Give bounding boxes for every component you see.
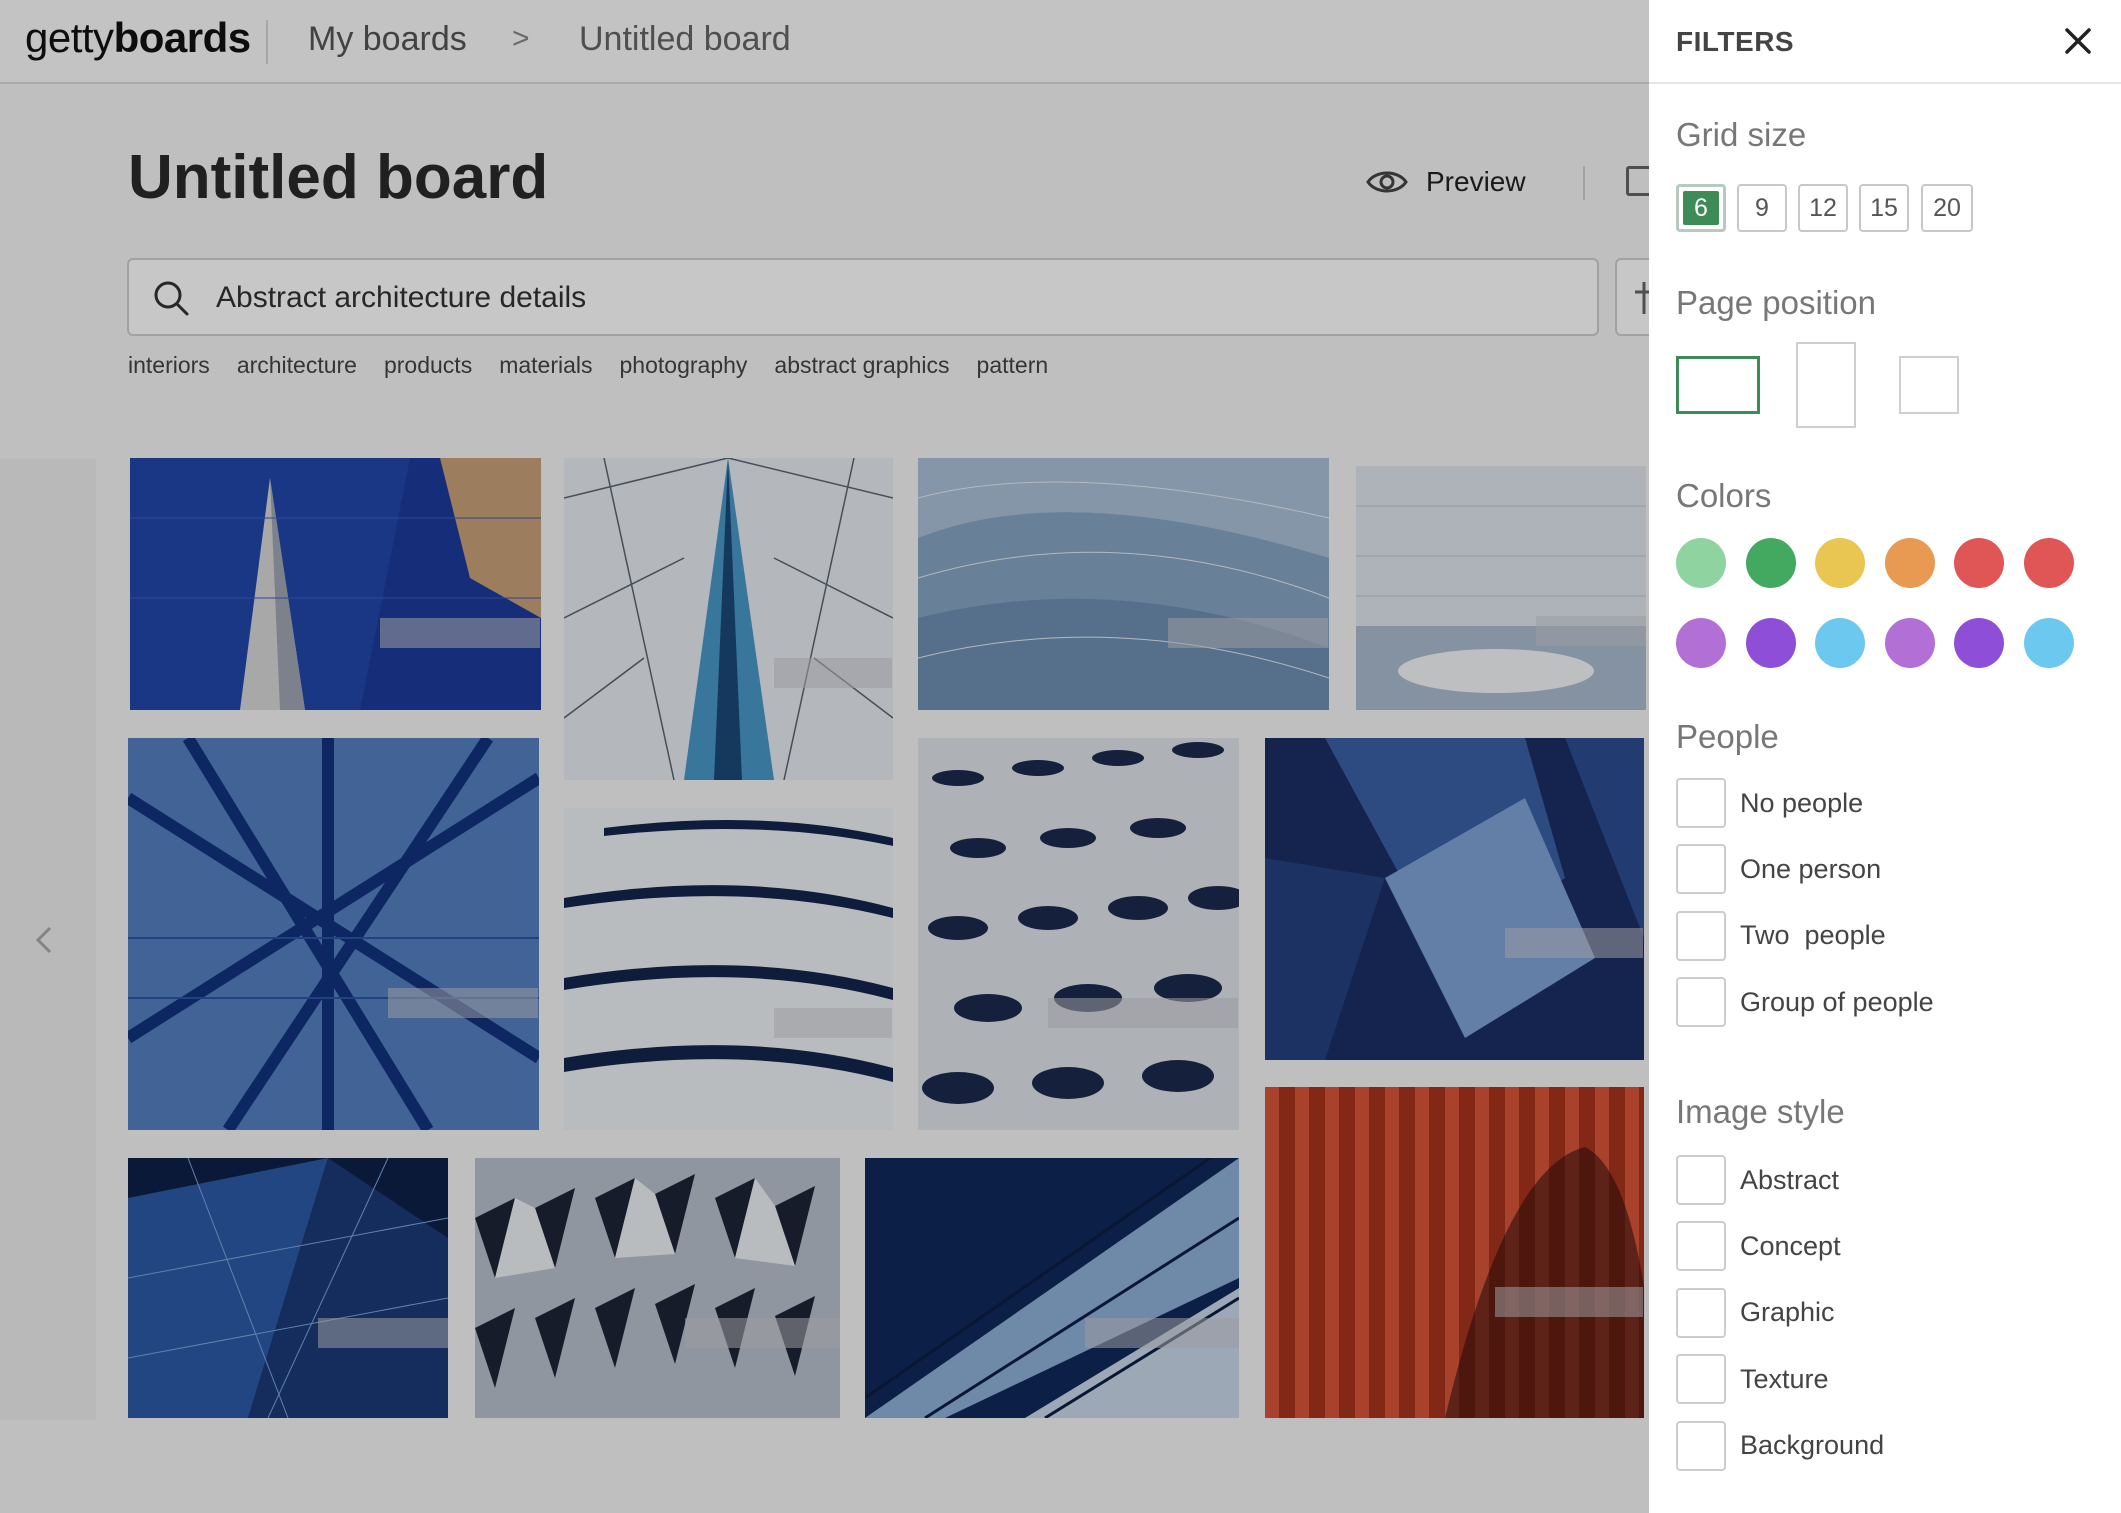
image-style-option-label: Abstract — [1740, 1164, 1840, 1195]
image-style-option-checkbox[interactable] — [1676, 1287, 1726, 1338]
filters-header: FILTERS — [1649, 0, 2121, 84]
color-swatch[interactable] — [1815, 538, 1866, 588]
color-swatch[interactable] — [1676, 538, 1726, 588]
grid-size-option-label: 9 — [1755, 193, 1769, 222]
grid-size-option-label: 6 — [1683, 191, 1719, 225]
image-style-option-label: Graphic — [1740, 1297, 1835, 1328]
people-option-checkbox[interactable] — [1676, 977, 1726, 1028]
image-style-option-label: Texture — [1740, 1363, 1829, 1394]
color-swatch[interactable] — [2024, 618, 2074, 668]
people-option-label: No people — [1740, 787, 1864, 818]
page-position-title: Page position — [1676, 284, 1876, 321]
color-swatch[interactable] — [1676, 618, 1726, 668]
image-style-option-row[interactable]: Texture — [1676, 1354, 1829, 1405]
grid-size-option-label: 15 — [1870, 193, 1898, 222]
grid-size-option-label: 12 — [1809, 193, 1837, 222]
position-portrait-option[interactable] — [1796, 342, 1856, 428]
people-option-label: One person — [1740, 853, 1882, 884]
color-swatch[interactable] — [1745, 538, 1796, 588]
people-option-row[interactable]: One person — [1676, 844, 1882, 895]
grid-size-option-20[interactable]: 20 — [1921, 184, 1973, 232]
image-style-option-checkbox[interactable] — [1676, 1354, 1726, 1405]
people-option-label: Two people — [1740, 920, 1886, 951]
modal-overlay[interactable] — [0, 0, 1649, 1513]
image-style-option-label: Background — [1740, 1430, 1885, 1461]
close-icon[interactable] — [2059, 22, 2097, 60]
grid-size-title: Grid size — [1676, 116, 1807, 153]
people-option-row[interactable]: Group of people — [1676, 977, 1934, 1028]
people-option-checkbox[interactable] — [1676, 910, 1726, 961]
grid-size-option-12[interactable]: 12 — [1798, 184, 1848, 232]
image-style-option-label: Concept — [1740, 1230, 1841, 1261]
filters-title: FILTERS — [1676, 26, 1795, 57]
position-square-option[interactable] — [1899, 356, 1959, 414]
color-swatch[interactable] — [2024, 538, 2074, 588]
grid-size-option-6[interactable]: 6 — [1676, 184, 1726, 232]
image-style-option-checkbox[interactable] — [1676, 1221, 1726, 1272]
color-swatch[interactable] — [1815, 618, 1866, 668]
image-style-option-row[interactable]: Concept — [1676, 1221, 1841, 1272]
position-landscape-option[interactable] — [1676, 356, 1760, 414]
image-style-option-checkbox[interactable] — [1676, 1420, 1726, 1471]
grid-size-option-9[interactable]: 9 — [1737, 184, 1787, 232]
color-swatch[interactable] — [1884, 618, 1935, 668]
image-style-option-row[interactable]: Background — [1676, 1420, 1885, 1471]
grid-size-option-label: 20 — [1933, 193, 1961, 222]
people-title: People — [1676, 718, 1779, 755]
people-option-checkbox[interactable] — [1676, 778, 1726, 828]
color-swatch[interactable] — [1954, 538, 2005, 588]
image-style-option-row[interactable]: Abstract — [1676, 1155, 1839, 1205]
image-style-option-checkbox[interactable] — [1676, 1155, 1726, 1205]
people-option-row[interactable]: Two people — [1676, 910, 1886, 961]
color-swatch[interactable] — [1745, 618, 1796, 668]
color-swatch[interactable] — [1884, 538, 1935, 588]
people-option-label: Group of people — [1740, 986, 1934, 1017]
people-option-checkbox[interactable] — [1676, 844, 1726, 895]
image-style-title: Image style — [1676, 1093, 1845, 1130]
color-swatch[interactable] — [1954, 618, 2005, 668]
image-style-option-row[interactable]: Graphic — [1676, 1287, 1835, 1338]
grid-size-option-15[interactable]: 15 — [1859, 184, 1909, 232]
people-option-row[interactable]: No people — [1676, 778, 1863, 828]
colors-title: Colors — [1676, 477, 1772, 514]
filters-panel: FILTERS Grid size 6 9 12 15 20 Page position… — [1649, 0, 2121, 1513]
